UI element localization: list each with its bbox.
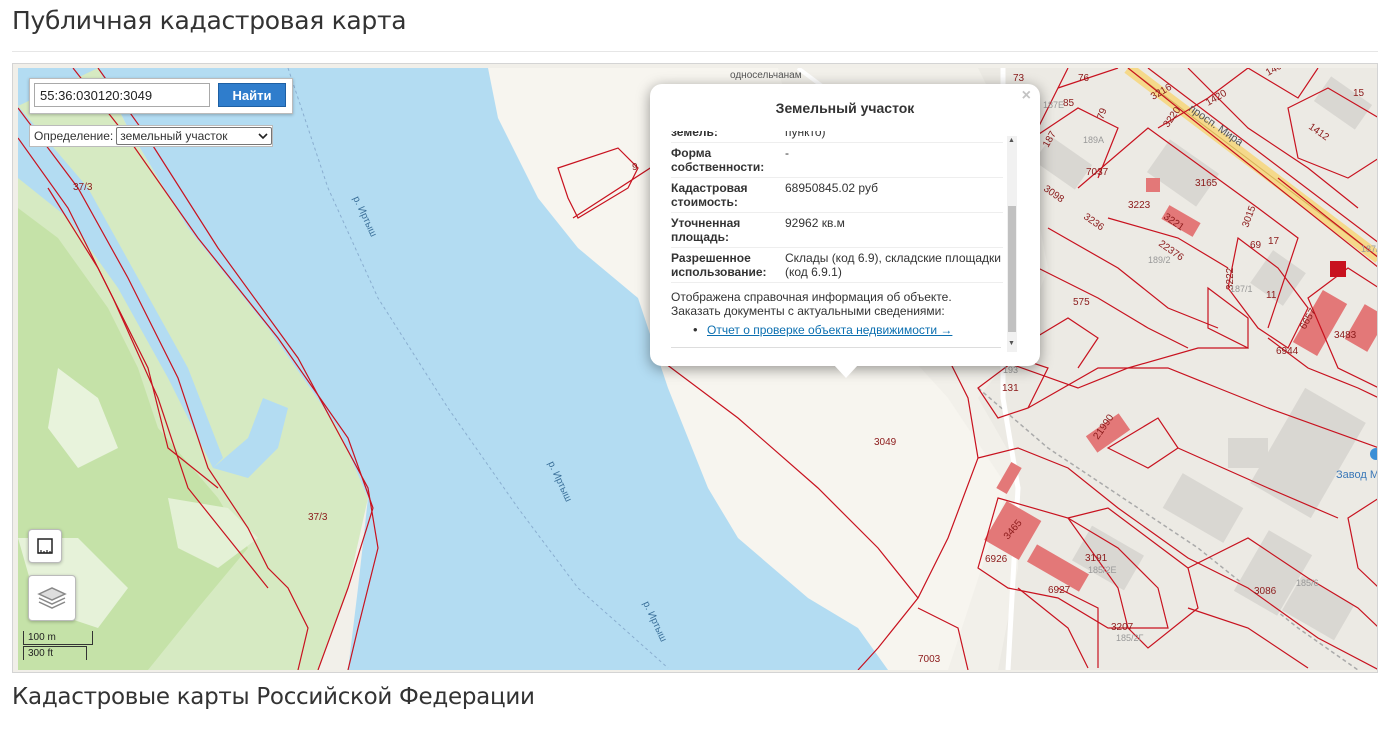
svg-text:3207: 3207 <box>1111 622 1134 633</box>
svg-text:3049: 3049 <box>874 437 897 448</box>
svg-text:17: 17 <box>1268 236 1280 247</box>
measure-button[interactable] <box>28 529 62 563</box>
table-row: Кадастровая стоимость: 68950845.02 руб <box>671 177 1003 213</box>
info-note: Отображена справочная информация об объе… <box>671 290 952 318</box>
svg-text:189А: 189А <box>1083 135 1104 145</box>
svg-text:575: 575 <box>1073 297 1090 308</box>
svg-text:37/3: 37/3 <box>308 512 328 523</box>
svg-text:3165: 3165 <box>1195 178 1218 189</box>
popup-scrollbar[interactable]: ▲ ▼ <box>1007 136 1017 352</box>
svg-text:189/2: 189/2 <box>1148 255 1171 265</box>
table-row: Уточненная площадь: 92962 кв.м <box>671 212 1003 248</box>
attr-label: земель: <box>671 131 785 143</box>
attr-label: Разрешенное использование: <box>671 247 785 283</box>
ruler-icon <box>29 538 61 566</box>
parcel-info-popup: × Земельный участок земель: пункто) Форм… <box>650 84 1040 378</box>
svg-text:37/3: 37/3 <box>73 182 93 193</box>
attr-value: 68950845.02 руб <box>785 177 1003 213</box>
table-row: Разрешенное использование: Склады (код 6… <box>671 247 1003 283</box>
svg-text:187/3: 187/3 <box>1361 244 1378 254</box>
svg-text:193: 193 <box>1003 365 1018 375</box>
svg-text:6927: 6927 <box>1048 585 1071 596</box>
info-note-line: Заказать документы с актуальными сведени… <box>671 304 945 318</box>
title-divider <box>12 51 1378 52</box>
svg-text:15: 15 <box>1353 88 1365 99</box>
scroll-down-icon[interactable]: ▼ <box>1008 340 1015 347</box>
svg-text:187/1: 187/1 <box>1230 284 1253 294</box>
chevron-down-icon <box>258 129 268 143</box>
svg-text:3483: 3483 <box>1334 330 1357 341</box>
svg-text:6944: 6944 <box>1276 346 1299 357</box>
svg-text:11: 11 <box>1266 290 1277 301</box>
cadastral-number-input[interactable] <box>34 83 210 107</box>
popup-body[interactable]: земель: пункто) Форма собственности: - К… <box>671 131 1003 349</box>
attributes-table: земель: пункто) Форма собственности: - К… <box>671 131 1003 283</box>
svg-text:3223: 3223 <box>1128 200 1151 211</box>
report-link-text[interactable]: Отчет о проверке объекта недвижимости → <box>707 323 952 337</box>
svg-text:185/2Е: 185/2Е <box>1088 565 1117 575</box>
svg-text:69: 69 <box>1250 240 1262 251</box>
info-note-line: Отображена справочная информация об объе… <box>671 290 952 304</box>
svg-text:7037: 7037 <box>1086 167 1109 178</box>
scale-imperial: 300 ft <box>23 646 87 660</box>
map-viewport[interactable]: р. Иртыш р. Иртыш р. Иртыш просп. Мира о… <box>12 63 1378 673</box>
scroll-up-icon[interactable]: ▲ <box>1008 137 1015 144</box>
attr-value: 92962 кв.м <box>785 212 1003 248</box>
scale-metric: 100 m <box>23 631 93 645</box>
svg-text:3191: 3191 <box>1085 553 1108 564</box>
popup-divider <box>671 347 1001 348</box>
svg-text:9: 9 <box>632 162 638 173</box>
popup-title: Земельный участок <box>775 100 915 116</box>
svg-text:187Е: 187Е <box>1043 100 1064 110</box>
svg-text:131: 131 <box>1002 383 1019 394</box>
poi-label: Завод М <box>1336 469 1378 481</box>
definition-selected: земельный участок <box>120 129 228 143</box>
attr-label: Уточненная площадь: <box>671 212 785 248</box>
definition-select[interactable]: земельный участок <box>116 127 272 145</box>
bullet-icon: • <box>693 322 698 337</box>
attr-label: Кадастровая стоимость: <box>671 177 785 213</box>
definition-label: Определение: <box>34 129 114 143</box>
section-heading: Кадастровые карты Российской Федерации <box>12 684 535 710</box>
layers-icon <box>29 587 75 624</box>
attr-value: - <box>785 142 1003 178</box>
attr-value: пункто) <box>785 131 1003 143</box>
popup-pointer <box>834 365 858 378</box>
svg-text:7003: 7003 <box>918 654 941 665</box>
search-button[interactable]: Найти <box>218 83 286 107</box>
svg-text:185/6: 185/6 <box>1296 578 1319 588</box>
scrollbar-thumb[interactable] <box>1008 206 1016 332</box>
street-label: односельчанам <box>730 70 802 81</box>
attr-value: Склады (код 6.9), складские площадки (ко… <box>785 247 1003 283</box>
svg-text:73: 73 <box>1013 73 1025 84</box>
report-link[interactable]: • Отчет о проверке объекта недвижимости … <box>693 322 952 337</box>
table-row: Форма собственности: - <box>671 142 1003 178</box>
page-title: Публичная кадастровая карта <box>12 6 407 35</box>
table-row: земель: пункто) <box>671 131 1003 143</box>
svg-text:185/2Г: 185/2Г <box>1116 633 1144 643</box>
layers-button[interactable] <box>28 575 76 621</box>
search-panel: Найти <box>29 78 293 114</box>
definition-panel: Определение: земельный участок <box>29 125 273 147</box>
svg-text:76: 76 <box>1078 73 1090 84</box>
svg-text:85: 85 <box>1063 98 1075 109</box>
svg-text:6926: 6926 <box>985 554 1008 565</box>
svg-text:3086: 3086 <box>1254 586 1277 597</box>
attr-label: Форма собственности: <box>671 142 785 178</box>
